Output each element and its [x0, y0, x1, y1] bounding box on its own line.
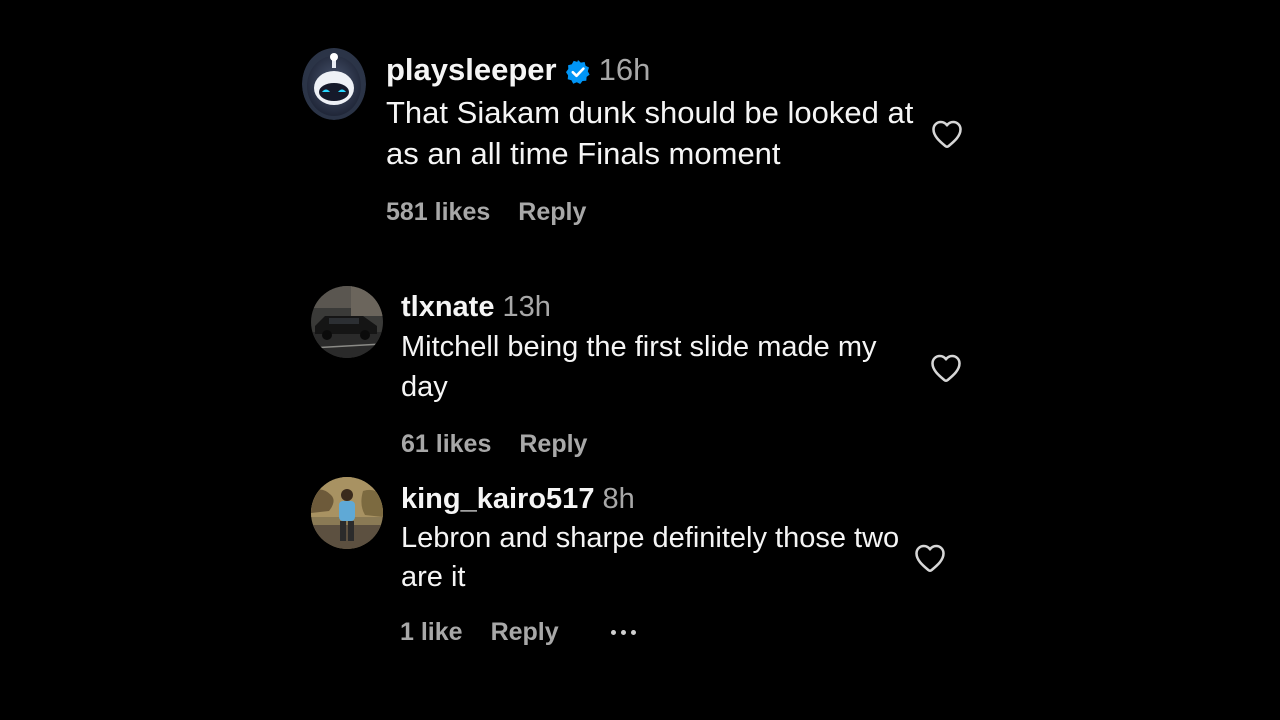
comments-panel: playsleeper 16h That Siakam dunk should …	[0, 0, 1280, 720]
avatar[interactable]	[311, 477, 383, 549]
username[interactable]: tlxnate	[401, 291, 494, 324]
comment-header: king_kairo517 8h	[401, 480, 635, 518]
username[interactable]: playsleeper	[386, 52, 557, 88]
more-options-icon[interactable]	[610, 629, 636, 635]
dot-icon	[630, 629, 636, 635]
verified-badge-icon	[565, 57, 591, 84]
timestamp: 8h	[602, 482, 635, 515]
comment-actions: 1 like Reply	[400, 616, 636, 648]
like-count[interactable]: 581 likes	[386, 198, 490, 227]
reply-button[interactable]: Reply	[519, 430, 587, 459]
reply-button[interactable]: Reply	[518, 198, 586, 227]
comment-header: playsleeper 16h	[386, 50, 650, 90]
comment-text: That Siakam dunk should be looked at as …	[386, 95, 914, 171]
heart-icon[interactable]	[929, 116, 965, 152]
comment-actions: 581 likes Reply	[386, 196, 586, 228]
like-count[interactable]: 61 likes	[401, 430, 491, 459]
username[interactable]: king_kairo517	[401, 483, 594, 516]
timestamp: 16h	[598, 52, 651, 87]
comment-actions: 61 likes Reply	[401, 428, 587, 460]
avatar[interactable]	[302, 48, 366, 120]
heart-icon[interactable]	[928, 350, 964, 386]
comment-text: Lebron and sharpe definitely those two a…	[401, 522, 900, 593]
timestamp: 13h	[502, 290, 551, 323]
comment-header: tlxnate 13h	[401, 288, 551, 326]
reply-button[interactable]: Reply	[491, 618, 559, 647]
avatar[interactable]	[311, 286, 383, 358]
dot-icon	[620, 629, 626, 635]
comment-text: Mitchell being the first slide made my d…	[401, 331, 877, 403]
heart-icon[interactable]	[912, 540, 948, 576]
dot-icon	[610, 629, 616, 635]
like-count[interactable]: 1 like	[400, 618, 463, 647]
